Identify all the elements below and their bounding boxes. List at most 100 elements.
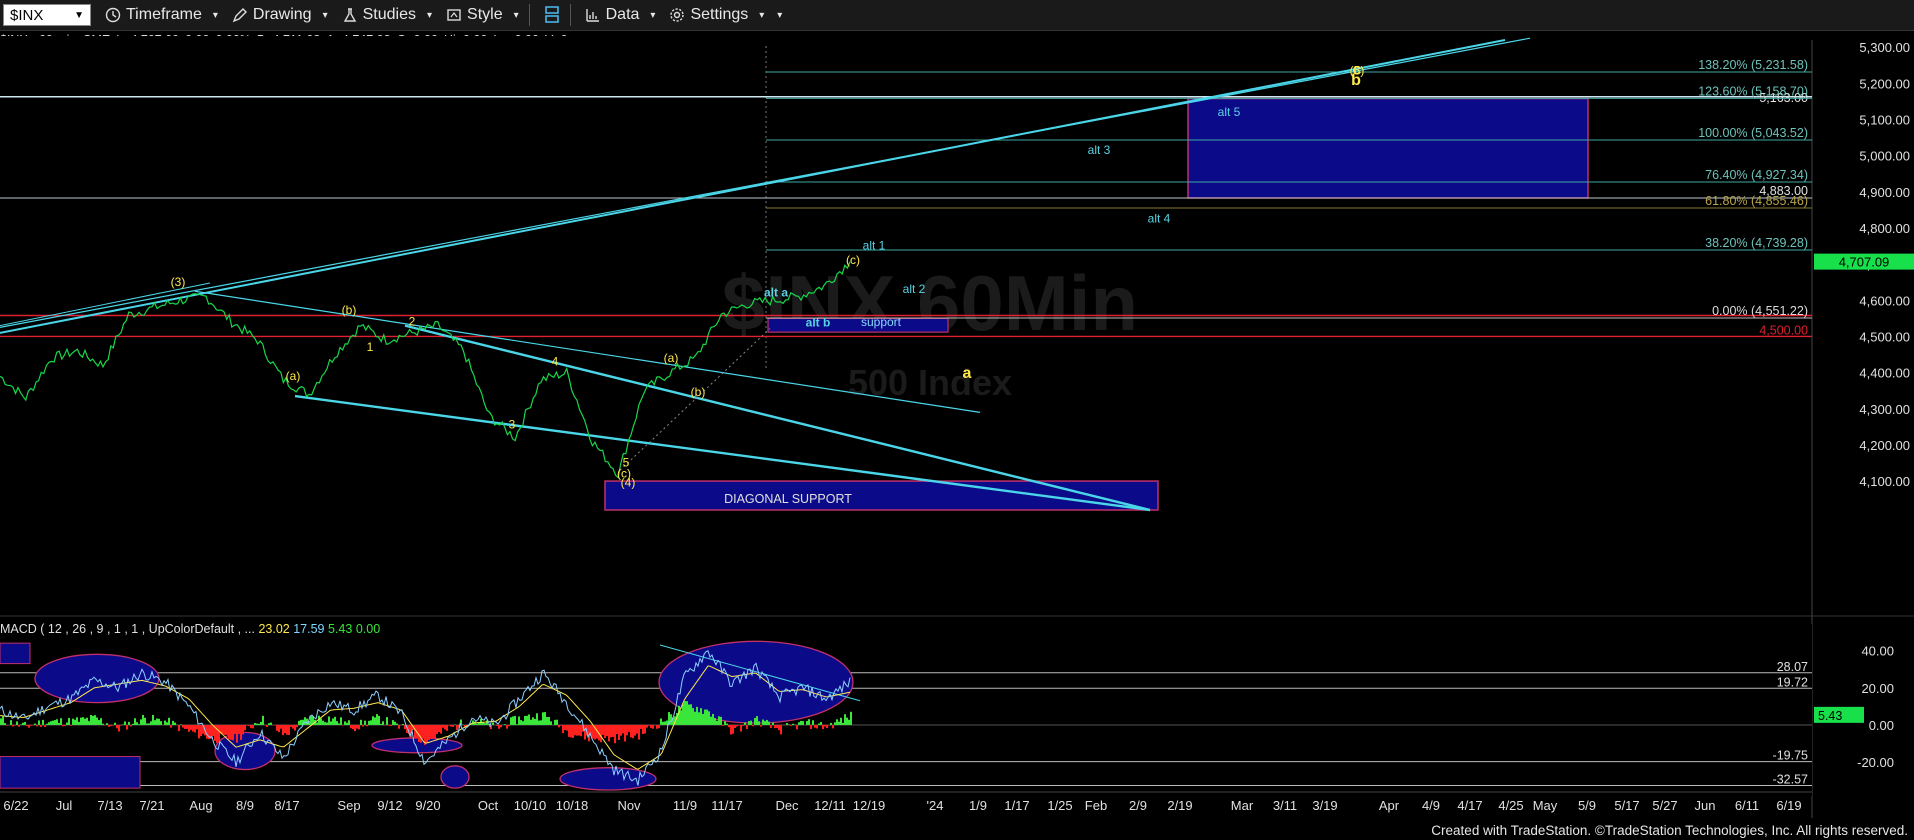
macd-histogram-bar [232,724,234,741]
macd-histogram-bar [150,721,152,725]
macd-histogram-bar [382,721,384,725]
macd-histogram-bar [736,724,738,727]
macd-histogram-bar [836,719,838,725]
macd-histogram-bar [138,724,140,725]
time-axis-label: 4/9 [1422,798,1440,813]
macd-histogram-bar [492,722,494,725]
macd-histogram-bar [126,724,128,730]
macd-histogram-bar [422,724,424,739]
macd-histogram-bar [10,720,12,725]
macd-histogram-bar [36,724,38,727]
macd-histogram-bar [436,724,438,735]
macd-histogram-bar [432,724,434,739]
macd-histogram-bar [344,721,346,725]
macd-header: MACD ( 12 , 26 , 9 , 1 , 1 , UpColorDefa… [0,622,380,636]
macd-box [0,756,141,789]
time-axis-label: 11/17 [711,798,743,813]
macd-histogram-bar [558,724,560,728]
macd-histogram-bar [90,715,92,725]
macd-histogram-bar [764,720,766,725]
macd-histogram-bar [682,703,684,725]
macd-histogram-bar [170,724,172,728]
macd-histogram-bar [56,719,58,725]
time-axis-label: 2/9 [1129,798,1147,813]
macd-histogram-bar [188,724,190,732]
wave-label: (b) [342,303,357,317]
macd-histogram-bar [592,724,594,739]
macd-histogram-bar [364,720,366,725]
macd-histogram-bar [706,709,708,725]
macd-histogram-bar [124,721,126,725]
macd-histogram-bar [398,724,400,729]
macd-histogram-bar [822,724,824,730]
macd-histogram-bar [636,724,638,734]
macd-histogram-bar [754,718,756,725]
macd-histogram-bar [184,724,186,729]
time-axis-label: Dec [775,798,799,813]
macd-histogram-bar [160,721,162,725]
macd-histogram-bar [262,715,264,725]
macd-histogram-bar [24,721,26,725]
macd-histogram-bar [106,723,108,725]
time-axis-label: 7/21 [139,798,164,813]
macd-histogram-bar [234,724,236,734]
macd-histogram-bar [240,724,242,740]
macd-histogram-bar [316,722,318,725]
macd-histogram-bar [38,720,40,725]
wave-label: (b) [691,385,706,399]
macd-histogram-bar [456,724,458,730]
macd-histogram-bar [338,723,340,725]
macd-histogram-bar [648,724,650,726]
macd-histogram-bar [446,724,448,731]
macd-histogram-bar [812,720,814,725]
macd-histogram-bar [752,724,754,727]
time-axis-label: 4/17 [1457,798,1482,813]
macd-histogram-bar [154,720,156,725]
price-tick-label: 4,900.00 [1859,185,1910,200]
macd-histogram-bar [390,724,392,726]
last-price-label: 4,707.09 [1839,255,1890,270]
macd-tick-label: 40.00 [1861,644,1894,659]
macd-histogram-bar [628,724,630,732]
price-tick-label: 4,500.00 [1859,329,1910,344]
macd-histogram-bar [392,720,394,725]
macd-histogram-bar [326,722,328,725]
macd-histogram-bar [428,724,430,740]
macd-histogram-bar [768,721,770,725]
macd-histogram-bar [832,724,834,729]
macd-histogram-bar [722,724,724,726]
macd-histogram-bar [698,712,700,725]
time-axis-label: 9/12 [377,798,402,813]
macd-histogram-bar [620,724,622,736]
macd-histogram-bar [714,718,716,725]
macd-histogram-bar [564,724,566,730]
macd-histogram-bar [508,724,510,727]
macd-histogram-bar [274,724,276,726]
macd-histogram-bar [146,723,148,725]
macd-histogram-bar [426,724,428,743]
wave-label: (c) [846,253,860,267]
macd-tick-label: 20.00 [1861,681,1894,696]
chart-canvas[interactable]: $INX 60Min 500 Index 5,300.00 5,200.00 5,100… [0,0,1914,840]
macd-histogram-bar [196,724,198,730]
macd-histogram-bar [248,724,250,726]
macd-histogram-bar [828,724,830,726]
macd-histogram-bar [116,724,118,729]
diagonal-support-box [604,480,1159,511]
macd-histogram-bar [536,713,538,725]
macd-histogram-bar [750,720,752,725]
macd-histogram-bar [692,708,694,725]
macd-histogram-bar [652,724,654,729]
time-axis-label: 1/25 [1047,798,1072,813]
macd-histogram-bar [562,724,564,734]
macd-histogram-bar [842,723,844,725]
macd-histogram-bar [632,724,634,739]
price-tick-label: 4,600.00 [1859,293,1910,308]
macd-histogram-bar [66,722,68,725]
time-axis-label: 9/20 [415,798,440,813]
macd-histogram-bar [182,724,184,728]
macd-histogram-bar [328,716,330,725]
macd-histogram-bar [168,717,170,725]
macd-histogram-bar [566,724,568,731]
macd-histogram-bar [740,724,742,732]
